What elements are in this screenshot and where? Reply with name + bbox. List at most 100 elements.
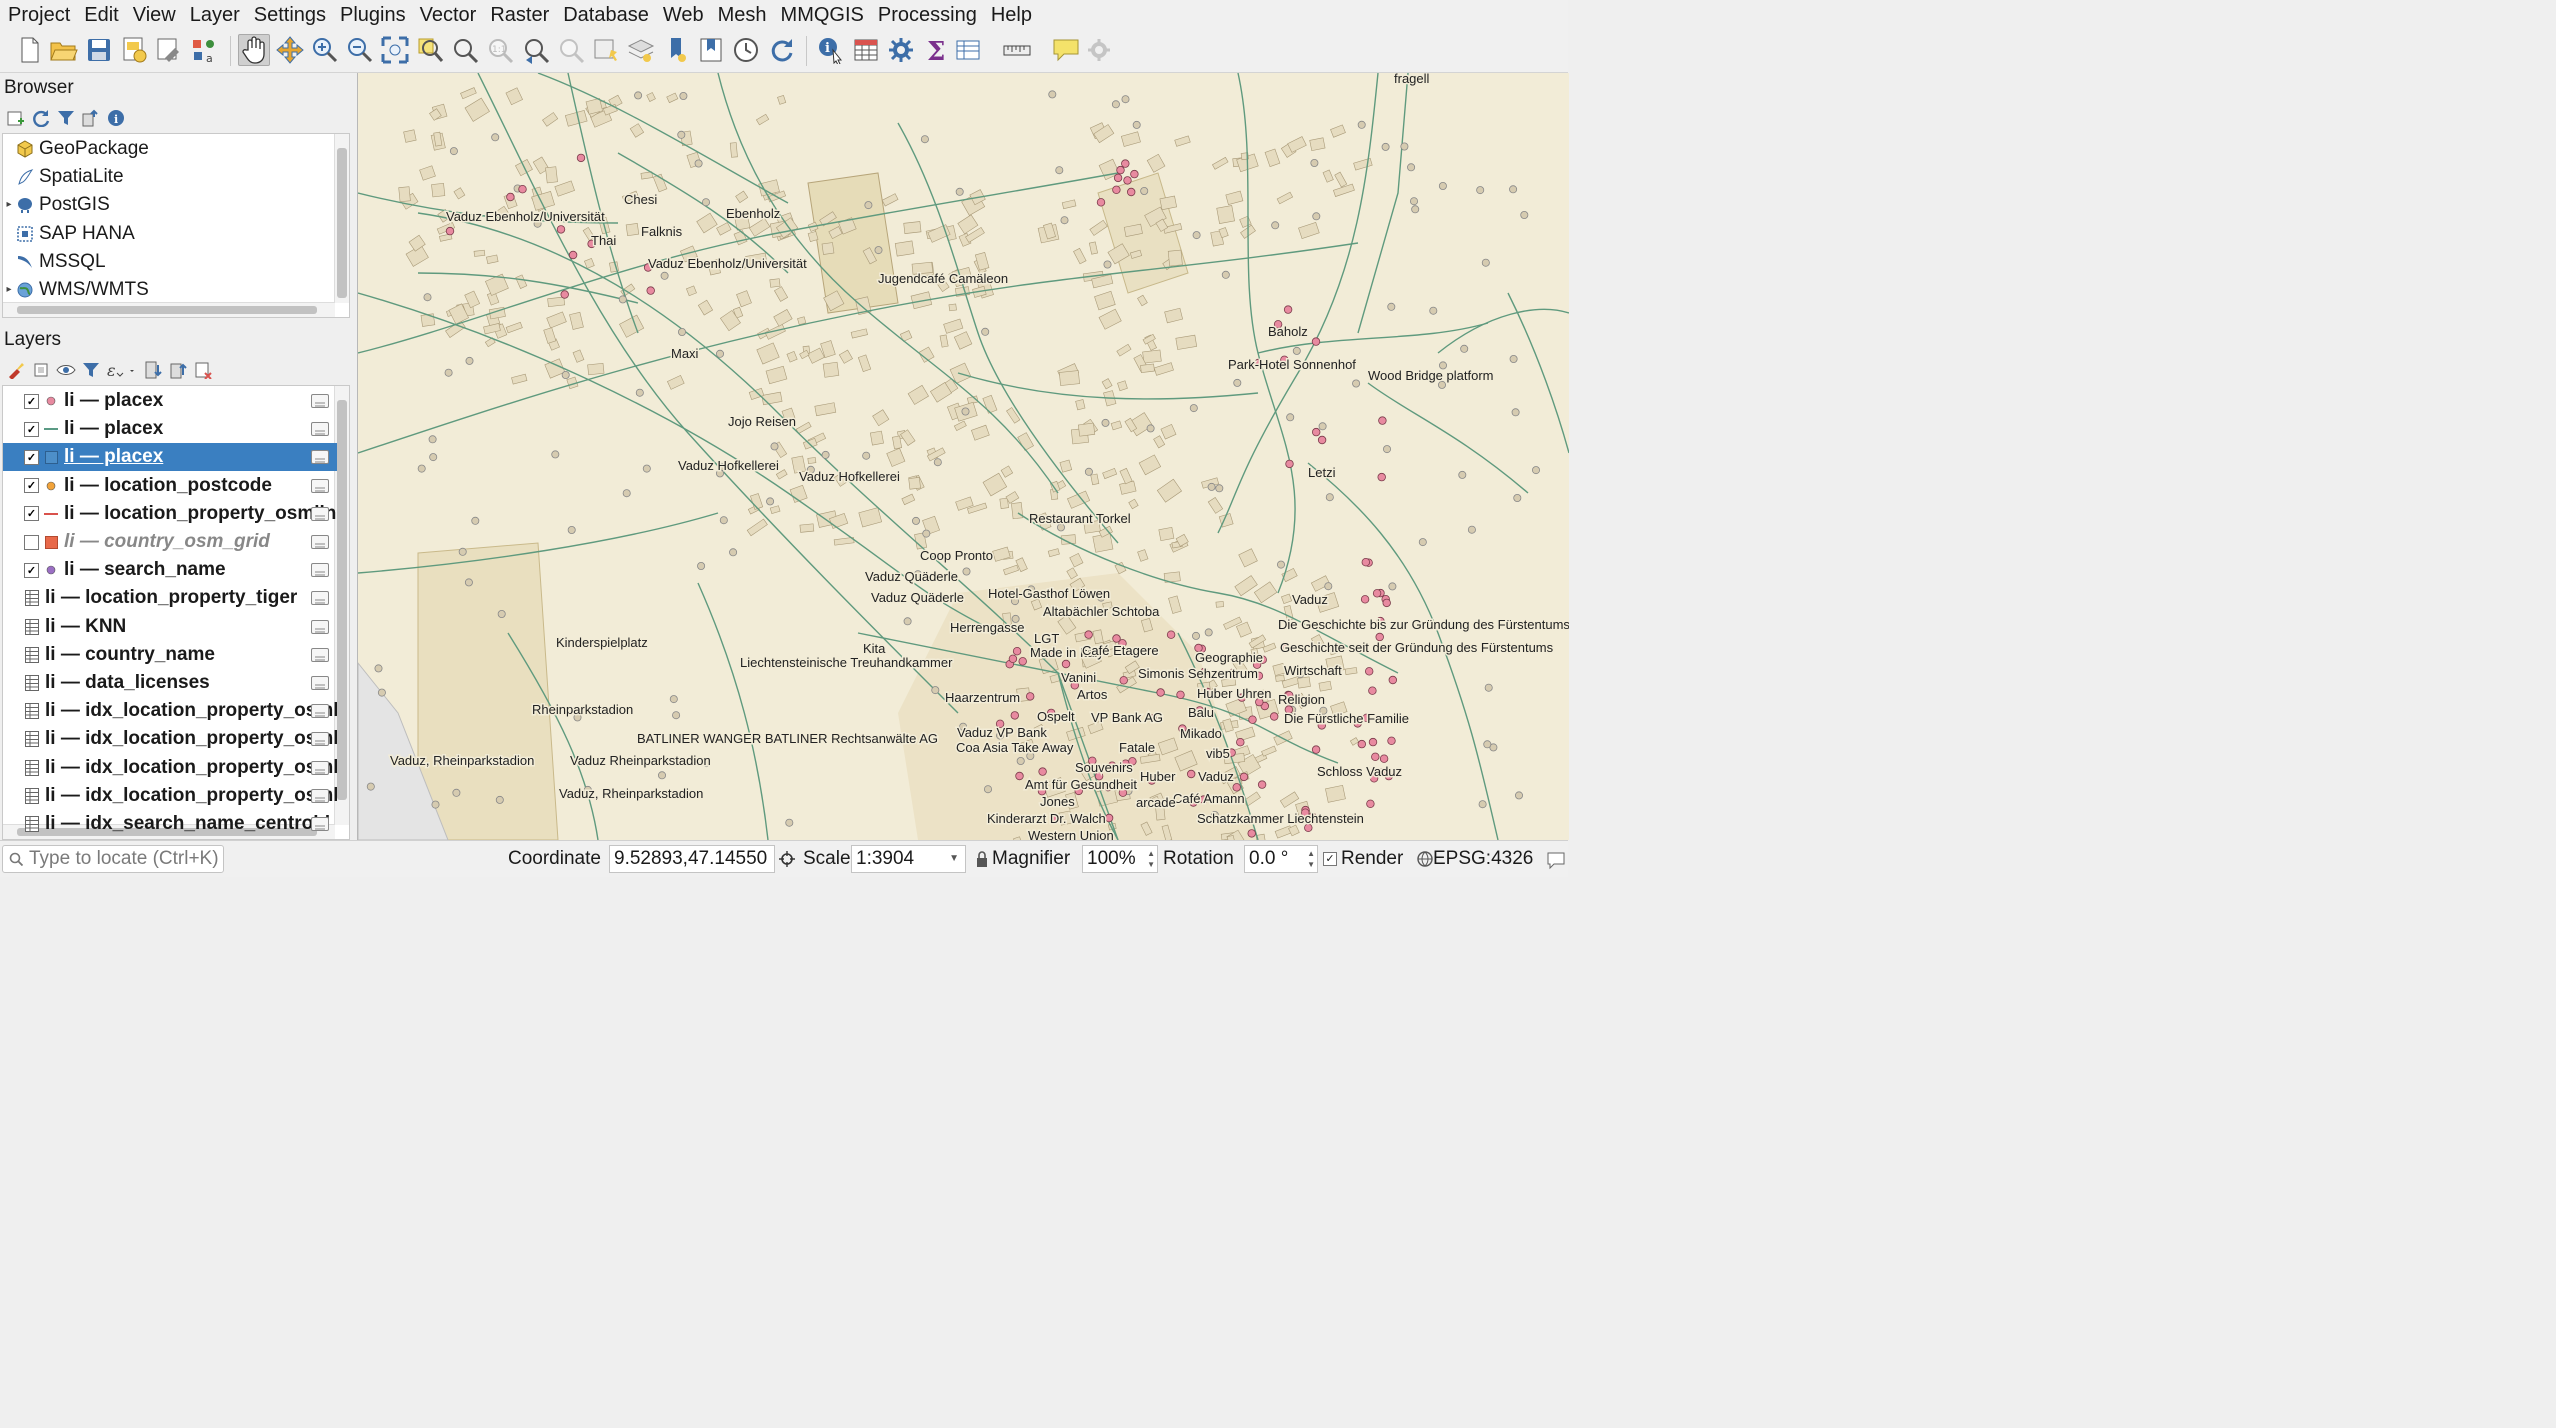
layer-embedded-widget-icon[interactable] — [311, 760, 329, 775]
map-canvas[interactable]: Vaduz Ebenholz/Universität Chesi Ebenholz F… — [357, 73, 1569, 840]
layer-embedded-widget-icon[interactable] — [311, 563, 329, 578]
filter-browser-icon[interactable] — [55, 107, 77, 129]
zoom-full-icon[interactable] — [379, 34, 411, 66]
refresh-browser-icon[interactable] — [30, 107, 52, 129]
layer-embedded-widget-icon[interactable] — [311, 704, 329, 719]
magnifier-spinbox[interactable]: 100% ▲ ▼ — [1082, 845, 1158, 873]
menu-help[interactable]: Help — [985, 0, 1038, 30]
map-features[interactable]: Vaduz Ebenholz/Universität Chesi Ebenholz F… — [358, 73, 1569, 840]
layer-row[interactable]: ✓ li — placex — [3, 415, 337, 443]
layer-row[interactable]: li — country_osm_grid — [3, 528, 337, 556]
crs-globe-icon[interactable] — [1416, 850, 1434, 873]
layer-visibility-checkbox[interactable]: ✓ — [24, 562, 39, 578]
layer-visibility-checkbox[interactable]: ✓ — [24, 506, 39, 522]
layer-embedded-widget-icon[interactable] — [311, 619, 329, 634]
layer-embedded-widget-icon[interactable] — [311, 450, 329, 465]
menu-mesh[interactable]: Mesh — [712, 0, 773, 30]
layer-row[interactable]: li — country_name — [3, 641, 337, 669]
layer-visibility-checkbox[interactable]: ✓ — [24, 449, 39, 465]
menu-processing[interactable]: Processing — [872, 0, 983, 30]
layer-row[interactable]: li — idx_location_property_osmline — [3, 754, 337, 782]
layer-embedded-widget-icon[interactable] — [311, 394, 329, 408]
menu-edit[interactable]: Edit — [78, 0, 124, 30]
refresh-icon[interactable] — [765, 34, 797, 66]
collapse-all-layers-icon[interactable] — [168, 359, 190, 381]
locator-search-input[interactable]: Type to locate (Ctrl+K) — [2, 845, 224, 873]
layer-embedded-widget-icon[interactable] — [311, 676, 329, 690]
map-tips-icon[interactable] — [1050, 34, 1082, 66]
new-spatial-bookmark-icon[interactable] — [590, 34, 622, 66]
layer-row[interactable]: li — location_property_tiger — [3, 584, 337, 612]
layer-row[interactable]: li — KNN — [3, 613, 337, 641]
layer-embedded-widget-icon[interactable] — [311, 422, 329, 437]
show-layout-manager-icon[interactable] — [153, 34, 185, 66]
menu-mmqgis[interactable]: MMQGIS — [775, 0, 870, 30]
layer-row[interactable]: ✓ li — placex — [3, 387, 337, 415]
toggle-extent-icon[interactable] — [779, 851, 795, 874]
browser-item-spatialite[interactable]: SpatiaLite — [3, 163, 124, 191]
zoom-out-icon[interactable] — [344, 34, 376, 66]
layer-embedded-widget-icon[interactable] — [311, 732, 329, 747]
lock-scale-icon[interactable] — [975, 851, 989, 874]
open-attribute-table-icon[interactable] — [850, 34, 882, 66]
menu-view[interactable]: View — [127, 0, 182, 30]
menu-raster[interactable]: Raster — [484, 0, 555, 30]
pan-to-selection-icon[interactable] — [274, 34, 306, 66]
layer-row[interactable]: ✓ li — location_property_osmline — [3, 500, 337, 528]
new-print-layout-icon[interactable] — [118, 34, 150, 66]
layer-embedded-widget-icon[interactable] — [311, 647, 329, 662]
properties-icon[interactable]: i — [105, 107, 127, 129]
crs-label[interactable]: EPSG:4326 — [1433, 847, 1533, 871]
expand-all-icon[interactable] — [143, 359, 165, 381]
layer-row[interactable]: li — idx_location_property_osmline — [3, 697, 337, 725]
menu-project[interactable]: Project — [2, 0, 76, 30]
pan-map-icon[interactable] — [238, 34, 270, 66]
measure-line-icon[interactable] — [1002, 34, 1034, 66]
new-project-icon[interactable] — [14, 34, 46, 66]
zoom-in-icon[interactable] — [309, 34, 341, 66]
layer-row[interactable]: li — idx_location_property_osmline — [3, 725, 337, 753]
menu-database[interactable]: Database — [557, 0, 655, 30]
browser-item-geopackage[interactable]: GeoPackage — [3, 135, 149, 163]
zoom-last-icon[interactable] — [520, 34, 552, 66]
coordinate-field[interactable]: 9.52893,47.14550 — [609, 845, 775, 873]
zoom-to-layer-icon[interactable] — [449, 34, 481, 66]
temporal-controller-icon[interactable] — [730, 34, 762, 66]
filter-legend-icon[interactable] — [80, 359, 102, 381]
menu-settings[interactable]: Settings — [248, 0, 332, 30]
bookmark-icon[interactable] — [695, 34, 727, 66]
collapse-all-icon[interactable] — [80, 107, 102, 129]
processing-toolbox-icon[interactable] — [885, 34, 917, 66]
browser-item-sap-hana[interactable]: SAP HANA — [3, 220, 135, 248]
messages-icon[interactable] — [1546, 850, 1566, 875]
layer-embedded-widget-icon[interactable] — [311, 506, 329, 521]
remove-layer-icon[interactable] — [193, 359, 215, 381]
layer-visibility-checkbox[interactable]: ✓ — [24, 478, 39, 494]
filter-by-expression-icon[interactable]: ε — [105, 359, 137, 381]
add-group-icon[interactable] — [30, 359, 52, 381]
menu-plugins[interactable]: Plugins — [334, 0, 412, 30]
statistical-summary-icon[interactable]: Σ — [920, 34, 952, 66]
layer-embedded-widget-icon[interactable] — [311, 591, 329, 606]
expand-arrow-icon[interactable]: ▸ — [3, 276, 15, 304]
layer-row[interactable]: ✓ li — placex — [3, 443, 337, 472]
browser-vertical-scrollbar[interactable] — [334, 134, 349, 303]
layer-embedded-widget-icon[interactable] — [311, 478, 329, 493]
open-project-icon[interactable] — [48, 34, 80, 66]
add-selected-layers-icon[interactable] — [5, 107, 27, 129]
layer-embedded-widget-icon[interactable] — [311, 817, 329, 831]
refresh-bookmark-icon[interactable] — [660, 34, 692, 66]
layer-visibility-checkbox[interactable]: ✓ — [24, 393, 39, 409]
attribute-table-dropdown-icon[interactable] — [955, 34, 987, 66]
identify-features-icon[interactable]: i — [815, 34, 847, 66]
browser-item-wms-wmts[interactable]: ▸ WMS/WMTS — [3, 276, 148, 304]
menu-vector[interactable]: Vector — [414, 0, 483, 30]
style-manager-icon[interactable]: a — [188, 34, 220, 66]
layer-row[interactable]: li — idx_location_property_osmline — [3, 782, 337, 810]
layer-embedded-widget-icon[interactable] — [311, 535, 329, 549]
layer-row[interactable]: li — data_licenses — [3, 669, 337, 697]
layer-row[interactable]: ✓ li — location_postcode — [3, 472, 337, 500]
layer-visibility-checkbox[interactable] — [24, 534, 39, 550]
layer-visibility-checkbox[interactable]: ✓ — [24, 421, 39, 437]
style-layer-icon[interactable] — [5, 359, 27, 381]
